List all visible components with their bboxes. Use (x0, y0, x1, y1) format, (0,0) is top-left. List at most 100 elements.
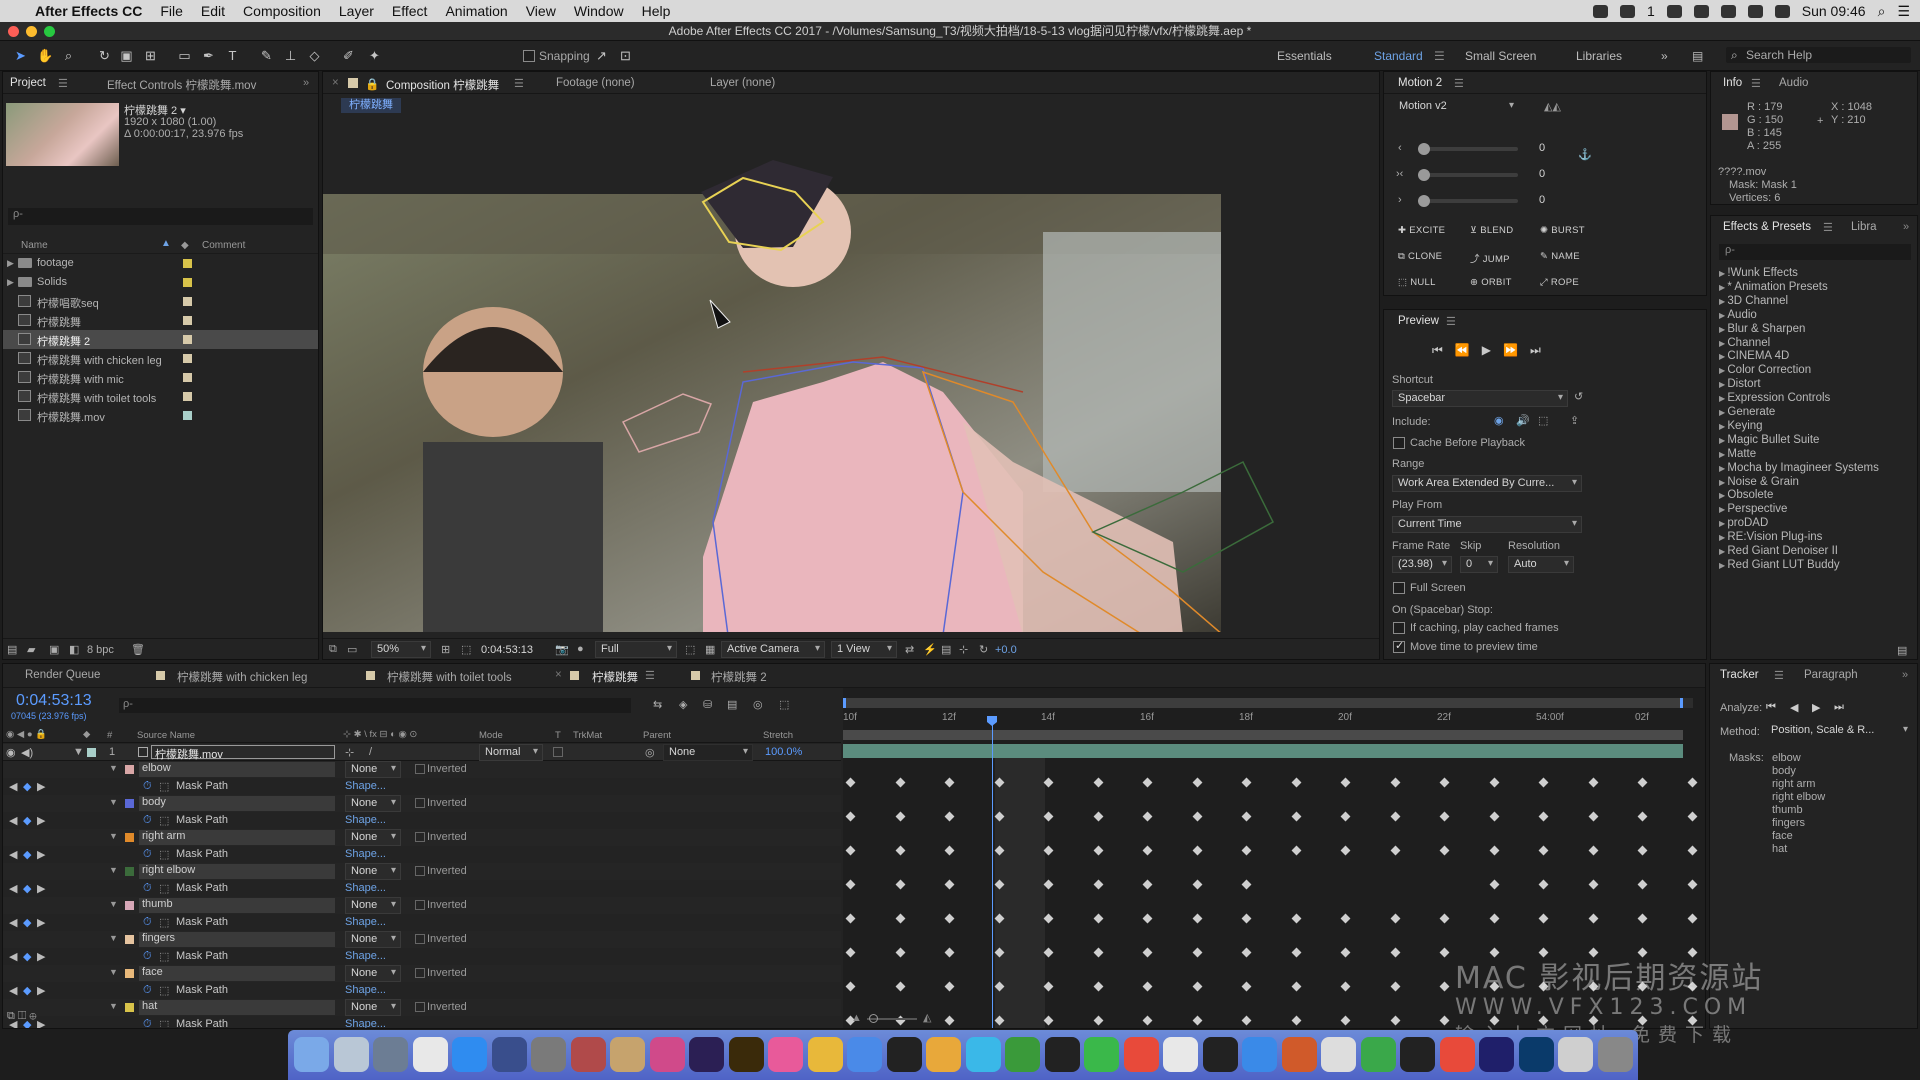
davinci-resolve-icon[interactable] (689, 1037, 724, 1072)
more-workspaces-icon[interactable]: » (1661, 49, 1668, 63)
tab-paragraph[interactable]: Paragraph (1804, 669, 1858, 681)
keyframe[interactable] (1390, 1015, 1400, 1026)
mask-name[interactable]: body (139, 796, 335, 811)
eraser-tool-icon[interactable]: ◇ (307, 49, 322, 63)
search-help-input[interactable]: Search Help (1726, 47, 1911, 63)
column-number[interactable]: # (107, 730, 112, 741)
launchpad-icon[interactable] (333, 1037, 369, 1072)
ease-in-icon[interactable]: ‹ (1398, 142, 1402, 154)
label-column-icon[interactable]: ◆ (181, 240, 189, 251)
orbit-button[interactable]: ⊕ ORBIT (1470, 277, 1512, 288)
effects-search-input[interactable]: ρ- (1719, 244, 1911, 260)
keyframe[interactable] (1637, 879, 1648, 890)
last-frame-icon[interactable]: ⏭ (1530, 343, 1541, 358)
keyframe[interactable] (994, 1015, 1004, 1026)
include-audio-icon[interactable]: 🔊 (1516, 414, 1530, 427)
anchor-icon[interactable]: ⚓ (1578, 148, 1592, 161)
stopwatch-icon[interactable]: ⏱ (143, 984, 152, 997)
prev-keyframe-icon[interactable]: ◀ (9, 916, 17, 929)
play-icon[interactable]: ▶ (1482, 343, 1491, 358)
keyframe[interactable] (1489, 913, 1499, 924)
inverted-checkbox[interactable] (415, 866, 425, 876)
keyframe[interactable] (944, 913, 955, 924)
column-trkmat[interactable]: TrkMat (573, 730, 602, 741)
mask-row[interactable]: ▼ right arm None Inverted (3, 829, 841, 846)
tracker-mask-item[interactable]: right elbow (1772, 791, 1825, 803)
flowchart-icon[interactable]: ⊹ (959, 643, 968, 656)
project-menu-icon[interactable]: ☰ (58, 77, 68, 90)
mask-row[interactable]: ▼ body None Inverted (3, 795, 841, 812)
expand-mask-icon[interactable]: ▼ (109, 797, 118, 807)
blend-button[interactable]: ⊻ BLEND (1470, 225, 1513, 236)
keyframe[interactable] (1043, 811, 1054, 822)
stopwatch-icon[interactable]: ⏱ (143, 1018, 152, 1028)
jump-button[interactable]: ⤴ JUMP (1470, 251, 1510, 265)
safari-icon[interactable] (886, 1037, 922, 1072)
layer-row[interactable]: ◉ ◀) ▼ 1 柠檬跳舞.mov ⊹ / Normal ◎ None 100.… (3, 744, 841, 761)
keyframe[interactable] (1142, 913, 1153, 924)
ease-in-slider[interactable] (1418, 147, 1518, 151)
stopwatch-icon[interactable]: ⏱ (143, 780, 152, 793)
trash-icon[interactable] (1597, 1037, 1633, 1072)
brush-tool-icon[interactable]: ✎ (259, 49, 274, 63)
keyframe[interactable] (895, 845, 905, 856)
eye-icon[interactable] (1720, 4, 1736, 18)
menu-edit[interactable]: Edit (192, 3, 234, 19)
tracker-mask-item[interactable]: hat (1772, 843, 1787, 855)
keyframe-toggle-icon[interactable]: ◆ (23, 848, 31, 861)
stretch-value[interactable]: 100.0% (765, 746, 802, 758)
puppet-tool-icon[interactable]: ✦ (367, 49, 382, 63)
tab-motion[interactable]: Motion 2 (1398, 77, 1442, 89)
viewer-canvas[interactable] (323, 72, 1379, 632)
tracker-mask-item[interactable]: elbow (1772, 752, 1801, 764)
tab-audio[interactable]: Audio (1779, 77, 1808, 89)
mask-name[interactable]: right elbow (139, 864, 335, 879)
comp-mini-flowchart-icon[interactable]: ⇆ (653, 698, 662, 711)
keyframe[interactable] (1093, 1015, 1103, 1026)
keyframe[interactable] (1093, 947, 1103, 958)
expand-mask-icon[interactable]: ▼ (109, 899, 118, 909)
motion-blur-icon[interactable]: ◎ (753, 698, 763, 711)
viewer-timecode[interactable]: 0:04:53:13 (481, 644, 533, 656)
tracker-mask-item[interactable]: face (1772, 830, 1793, 842)
analyze-forward-frame-icon[interactable]: ⏭ (1834, 701, 1844, 714)
inverted-checkbox[interactable] (415, 798, 425, 808)
mask-mode-dropdown[interactable]: None (345, 829, 401, 846)
mask-color[interactable] (125, 765, 134, 774)
next-keyframe-icon[interactable]: ▶ (37, 780, 45, 793)
keyframe[interactable] (1291, 1015, 1301, 1026)
keyframe[interactable] (1390, 913, 1400, 924)
motion-menu-icon[interactable]: ☰ (1454, 77, 1464, 90)
effect-category[interactable]: ▶ 3D Channel (1719, 295, 1788, 307)
export-icon[interactable]: ⇪ (1570, 414, 1579, 427)
photoshop-icon[interactable] (1518, 1037, 1554, 1072)
app-menu[interactable]: After Effects CC (26, 3, 151, 19)
effect-category[interactable]: ▶ Blur & Sharpen (1719, 323, 1805, 335)
prev-keyframe-icon[interactable]: ◀ (9, 882, 17, 895)
effect-category[interactable]: ▶ Obsolete (1719, 489, 1773, 501)
column-name[interactable]: Name (21, 240, 48, 251)
selection-tool-icon[interactable]: ➤ (13, 49, 28, 63)
bit-depth-label[interactable]: 8 bpc (87, 644, 114, 656)
tab-toilet-tools[interactable]: 柠檬跳舞 with toilet tools (387, 669, 512, 685)
burst-button[interactable]: ✺ BURST (1540, 225, 1585, 236)
resolution-dropdown[interactable]: Full (595, 641, 677, 658)
keyframe[interactable] (1241, 947, 1252, 958)
graph-toggle-icon[interactable]: ⬚ (159, 848, 169, 861)
keyframe[interactable] (1093, 845, 1103, 856)
keyframe[interactable] (1142, 1015, 1153, 1026)
next-keyframe-icon[interactable]: ▶ (37, 814, 45, 827)
expand-folder-icon[interactable]: ▶ (7, 258, 14, 269)
ease-out-value[interactable]: 0 (1539, 194, 1545, 206)
keyframe[interactable] (1489, 879, 1499, 890)
ease-out-knob[interactable] (1418, 195, 1430, 207)
next-keyframe-icon[interactable]: ▶ (37, 1018, 45, 1028)
keyframe[interactable] (1439, 981, 1450, 992)
prev-keyframe-icon[interactable]: ◀ (9, 950, 17, 963)
keyframe[interactable] (1291, 811, 1301, 822)
include-video-icon[interactable]: ◉ (1494, 414, 1504, 427)
snap-grid-icon[interactable]: ⊡ (618, 49, 633, 63)
effect-category[interactable]: ▶ Audio (1719, 309, 1757, 321)
always-preview-icon[interactable]: ⧉ (329, 643, 337, 656)
include-overlays-icon[interactable]: ⬚ (1538, 414, 1548, 427)
